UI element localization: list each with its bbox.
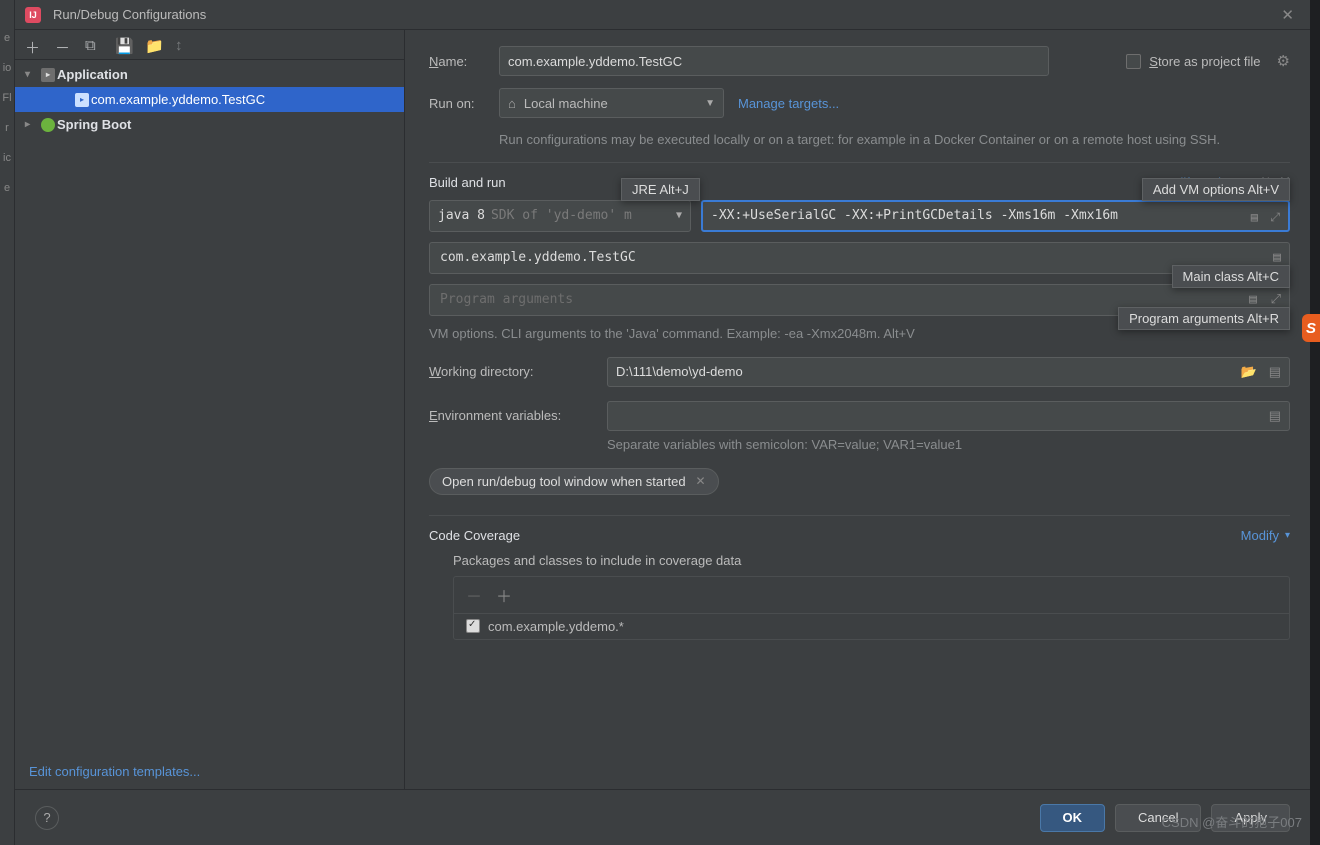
main-class-value: com.example.yddemo.TestGC [440, 250, 636, 265]
main-panel: Name: Store as project file ⚙ Run on: ⌂ … [405, 30, 1310, 789]
program-args-tooltip: Program arguments Alt+R [1118, 307, 1290, 330]
application-icon: ▸ [75, 93, 89, 107]
chevron-down-icon: ▾ [25, 69, 39, 80]
env-label: Environment variables: [429, 408, 589, 423]
build-run-heading: Build and run [429, 175, 506, 190]
chevron-down-icon: ▼ [705, 98, 715, 109]
chip-label: Open run/debug tool window when started [442, 474, 686, 489]
run-on-label: Run on: [429, 96, 499, 111]
strip-item: e [4, 182, 10, 194]
working-dir-input[interactable]: D:\111\demo\yd-demo 📂 ▤ [607, 357, 1290, 387]
sogou-badge: S [1302, 314, 1320, 342]
jre-tooltip: JRE Alt+J [621, 178, 700, 201]
titlebar: IJ Run/Debug Configurations ✕ [15, 0, 1310, 30]
help-button[interactable]: ? [35, 806, 59, 830]
run-on-value: Local machine [524, 96, 608, 111]
sort-icon[interactable]: ↕ [175, 37, 191, 53]
coverage-row[interactable]: com.example.yddemo.* [454, 614, 1289, 639]
dialog-title: Run/Debug Configurations [53, 7, 206, 22]
copy-icon[interactable]: ⧉ [85, 37, 101, 53]
spring-icon [41, 118, 55, 132]
main-class-tooltip: Main class Alt+C [1172, 265, 1290, 288]
dialog-footer: ? OK Cancel Apply [15, 789, 1310, 845]
list-icon[interactable]: ▤ [1251, 210, 1258, 224]
strip-item: e [4, 32, 10, 44]
tree-group-springboot[interactable]: ▸ Spring Boot [15, 112, 404, 137]
store-project-checkbox[interactable] [1126, 54, 1141, 69]
save-icon[interactable]: 💾 [115, 37, 131, 53]
chevron-down-icon: ▼ [676, 210, 682, 221]
run-on-dropdown[interactable]: ⌂ Local machine ▼ [499, 88, 724, 118]
strip-item: ic [3, 152, 11, 164]
ok-button[interactable]: OK [1040, 804, 1106, 832]
name-label: Name: [429, 54, 499, 69]
close-button[interactable]: ✕ [1275, 4, 1300, 26]
tree-group-label: Spring Boot [57, 117, 131, 132]
remove-chip-icon[interactable]: ✕ [696, 474, 706, 488]
main-class-input[interactable]: com.example.yddemo.TestGC ▤ [429, 242, 1290, 274]
home-icon: ⌂ [508, 96, 516, 111]
coverage-checkbox[interactable] [466, 619, 480, 633]
tree-group-label: Application [57, 67, 128, 82]
folder-icon[interactable]: 📁 [145, 37, 161, 53]
application-icon: ▸ [41, 68, 55, 82]
jre-dropdown[interactable]: java 8 SDK of 'yd-demo' m ▼ [429, 200, 691, 232]
strip-item: io [3, 62, 12, 74]
tree-group-application[interactable]: ▾ ▸ Application [15, 62, 404, 87]
edit-templates-link[interactable]: Edit configuration templates... [29, 764, 200, 779]
strip-item: Fl [2, 92, 11, 104]
chevron-right-icon: ▸ [25, 119, 39, 130]
strip-item: r [5, 122, 9, 134]
working-dir-label: Working directory: [429, 364, 589, 379]
list-icon[interactable]: ▤ [1269, 364, 1281, 380]
add-icon[interactable]: ＋ [25, 37, 41, 53]
run-on-hint: Run configurations may be executed local… [499, 130, 1290, 150]
config-tree: ▾ ▸ Application ▸ com.example.yddemo.Tes… [15, 60, 404, 754]
vm-tooltip: Add VM options Alt+V [1142, 178, 1290, 201]
watermark-text: CSDN @奋斗的狍子007 [1162, 812, 1302, 831]
coverage-include-label: Packages and classes to include in cover… [453, 553, 1290, 568]
coverage-modify-link[interactable]: Modify [1241, 528, 1279, 543]
option-chip: Open run/debug tool window when started … [429, 468, 719, 495]
divider [429, 515, 1290, 516]
coverage-item-label: com.example.yddemo.* [488, 619, 624, 634]
coverage-table: － ＋ com.example.yddemo.* [453, 576, 1290, 640]
env-input[interactable]: ▤ [607, 401, 1290, 431]
list-icon[interactable]: ▤ [1249, 292, 1257, 307]
program-args-placeholder: Program arguments [440, 292, 573, 307]
name-input[interactable] [499, 46, 1049, 76]
remove-icon[interactable]: － [466, 583, 482, 607]
store-project-label: Store as project file [1149, 54, 1260, 69]
sidebar: ＋ － ⧉ 💾 📁 ↕ ▾ ▸ Application ▸ com.exampl… [15, 30, 405, 789]
tree-item-testgc[interactable]: ▸ com.example.yddemo.TestGC [15, 87, 404, 112]
jre-value: java 8 [438, 208, 485, 223]
config-toolbar: ＋ － ⧉ 💾 📁 ↕ [15, 30, 404, 60]
intellij-icon: IJ [25, 7, 41, 23]
env-hint: Separate variables with semicolon: VAR=v… [607, 437, 1290, 452]
jre-secondary: SDK of 'yd-demo' m [491, 208, 632, 223]
left-strip: e io Fl r ic e [0, 0, 15, 845]
code-coverage-heading: Code Coverage [429, 528, 520, 543]
vm-options-value: -XX:+UseSerialGC -XX:+PrintGCDetails -Xm… [711, 208, 1118, 223]
add-icon[interactable]: ＋ [496, 583, 512, 607]
gear-icon[interactable]: ⚙ [1277, 52, 1290, 70]
dialog: IJ Run/Debug Configurations ✕ ＋ － ⧉ 💾 📁 … [15, 0, 1310, 845]
tree-item-label: com.example.yddemo.TestGC [91, 92, 265, 107]
expand-icon[interactable]: ⤢ [1271, 292, 1281, 307]
vm-options-input[interactable]: -XX:+UseSerialGC -XX:+PrintGCDetails -Xm… [701, 200, 1290, 232]
manage-targets-link[interactable]: Manage targets... [738, 96, 839, 111]
working-dir-value: D:\111\demo\yd-demo [616, 364, 743, 379]
browse-icon[interactable]: 📂 [1241, 364, 1257, 380]
remove-icon[interactable]: － [55, 37, 71, 53]
scrollbar[interactable] [1300, 90, 1308, 789]
list-icon[interactable]: ▤ [1273, 250, 1281, 265]
chevron-down-icon: ▾ [1285, 530, 1290, 541]
divider [429, 162, 1290, 163]
expand-icon[interactable]: ⤢ [1270, 210, 1280, 225]
list-icon[interactable]: ▤ [1269, 408, 1281, 424]
